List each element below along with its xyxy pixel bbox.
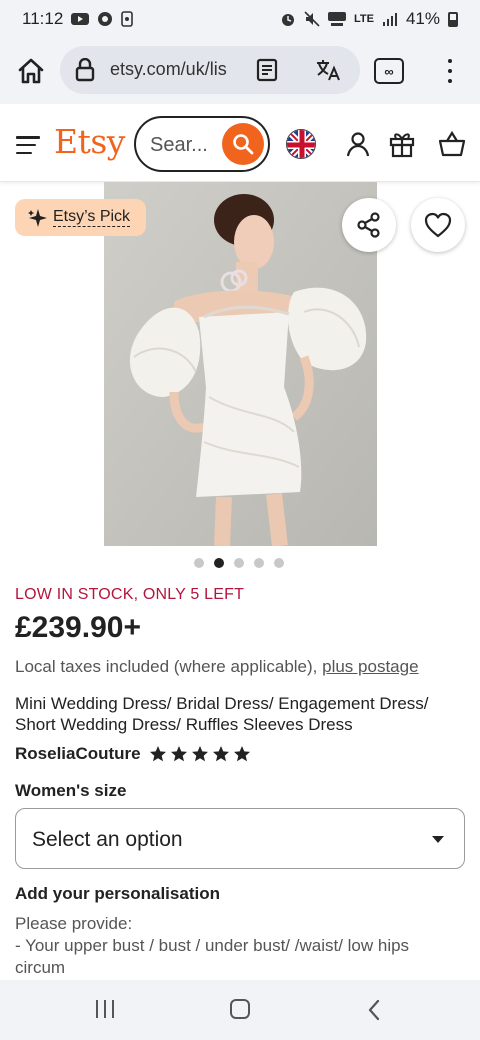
shop-row: RoseliaCouture — [15, 744, 251, 764]
search-input[interactable]: Sear... — [150, 134, 208, 157]
dot — [448, 69, 452, 73]
battery-percent: 41% — [405, 9, 440, 28]
menu-icon-line — [16, 143, 36, 147]
product-price: £239.90+ — [15, 611, 141, 644]
etsy-pick-label: Etsy’s Pick — [53, 208, 131, 227]
recents-button[interactable] — [96, 1000, 114, 1018]
instruction-line: - Your upper bust / bust / under bust/ /… — [15, 936, 410, 955]
carousel-dot[interactable] — [234, 558, 244, 568]
back-button[interactable] — [366, 998, 382, 1027]
gift-icon — [389, 133, 415, 158]
search-box[interactable]: Sear... — [134, 116, 270, 172]
recents-icon-bar — [104, 1000, 106, 1018]
product-title: Mini Wedding Dress/ Bridal Dress/ Engage… — [15, 694, 429, 734]
instruction-line: circum — [15, 958, 66, 977]
lock-icon — [74, 57, 96, 87]
storage-icon — [121, 11, 134, 27]
overflow-menu-button[interactable] — [440, 56, 460, 86]
reader-mode-icon — [256, 58, 278, 82]
alarm-icon — [280, 11, 296, 27]
product-image[interactable] — [104, 182, 377, 546]
recents-icon-bar — [96, 1000, 98, 1018]
battery-icon — [448, 11, 458, 27]
reader-mode-button[interactable] — [256, 58, 278, 87]
basket-icon — [438, 130, 466, 157]
carousel-dot[interactable] — [274, 558, 284, 568]
heart-icon — [424, 212, 452, 238]
search-button[interactable] — [222, 123, 264, 165]
status-bar: 11:12 LTE 41% — [0, 0, 480, 38]
carousel-dot[interactable] — [214, 558, 224, 568]
menu-icon-line — [16, 136, 40, 139]
personalisation-instructions: Please provide: - Your upper bust / bust… — [15, 913, 465, 979]
uk-flag-icon — [287, 130, 315, 158]
star-icon — [233, 746, 250, 762]
plus-postage-link[interactable]: plus postage — [322, 657, 418, 676]
etsy-pick-badge[interactable]: Etsy’s Pick — [15, 199, 146, 236]
carousel-dot[interactable] — [194, 558, 204, 568]
cart-button[interactable] — [438, 130, 466, 158]
star-icon — [149, 746, 166, 762]
tabs-button[interactable]: ∞ — [374, 58, 404, 84]
dot — [448, 59, 452, 63]
shop-name-link[interactable]: RoseliaCouture — [15, 744, 141, 764]
home-button[interactable] — [14, 54, 48, 88]
region-flag-button[interactable] — [286, 129, 316, 159]
rating-stars — [149, 745, 251, 763]
network-type: LTE — [354, 13, 374, 25]
system-nav-bar — [0, 980, 480, 1040]
site-header: Etsy Sear... — [0, 104, 480, 182]
search-icon — [233, 134, 254, 155]
menu-button[interactable] — [16, 136, 40, 154]
star-icon — [212, 746, 229, 762]
dot — [448, 79, 452, 83]
address-bar[interactable]: etsy.com/uk/lis — [60, 46, 360, 94]
menu-icon-line — [16, 151, 32, 154]
translate-icon — [317, 60, 340, 81]
mute-icon — [304, 11, 320, 27]
signal-icon — [382, 12, 398, 26]
carousel-dot[interactable] — [254, 558, 264, 568]
star-icon — [191, 746, 208, 762]
youtube-icon — [71, 12, 90, 26]
size-select[interactable]: Select an option — [15, 808, 465, 869]
url-text[interactable]: etsy.com/uk/lis — [110, 59, 242, 80]
share-icon — [357, 212, 380, 238]
recents-icon-bar — [112, 1000, 114, 1018]
size-select-value: Select an option — [32, 828, 183, 851]
hd-voice-icon — [328, 11, 346, 27]
sparkle-icon — [28, 208, 47, 227]
browser-toolbar: etsy.com/uk/lis ∞ — [0, 38, 480, 104]
personalisation-label: Add your personalisation — [15, 884, 220, 903]
home-icon — [18, 58, 44, 84]
instruction-line: Please provide: — [15, 914, 133, 933]
size-label: Women's size — [15, 781, 127, 800]
share-button[interactable] — [342, 198, 396, 252]
taxes-note: Local taxes included (where applicable),… — [15, 657, 419, 677]
caret-down-icon — [432, 836, 444, 843]
aperture-icon — [97, 11, 113, 27]
favorite-button[interactable] — [411, 198, 465, 252]
gifts-button[interactable] — [388, 130, 416, 158]
dress-photo — [104, 182, 377, 546]
account-button[interactable] — [344, 130, 372, 158]
stock-notice: LOW IN STOCK, ONLY 5 LEFT — [15, 586, 245, 603]
user-icon — [346, 132, 370, 157]
back-icon — [368, 999, 380, 1021]
star-icon — [170, 746, 187, 762]
etsy-logo[interactable]: Etsy — [54, 122, 125, 161]
translate-button[interactable] — [315, 58, 343, 87]
carousel-dots[interactable] — [194, 558, 284, 568]
status-time: 11:12 — [22, 9, 64, 28]
taxes-text: Local taxes included (where applicable), — [15, 657, 323, 676]
home-nav-button[interactable] — [230, 999, 250, 1019]
